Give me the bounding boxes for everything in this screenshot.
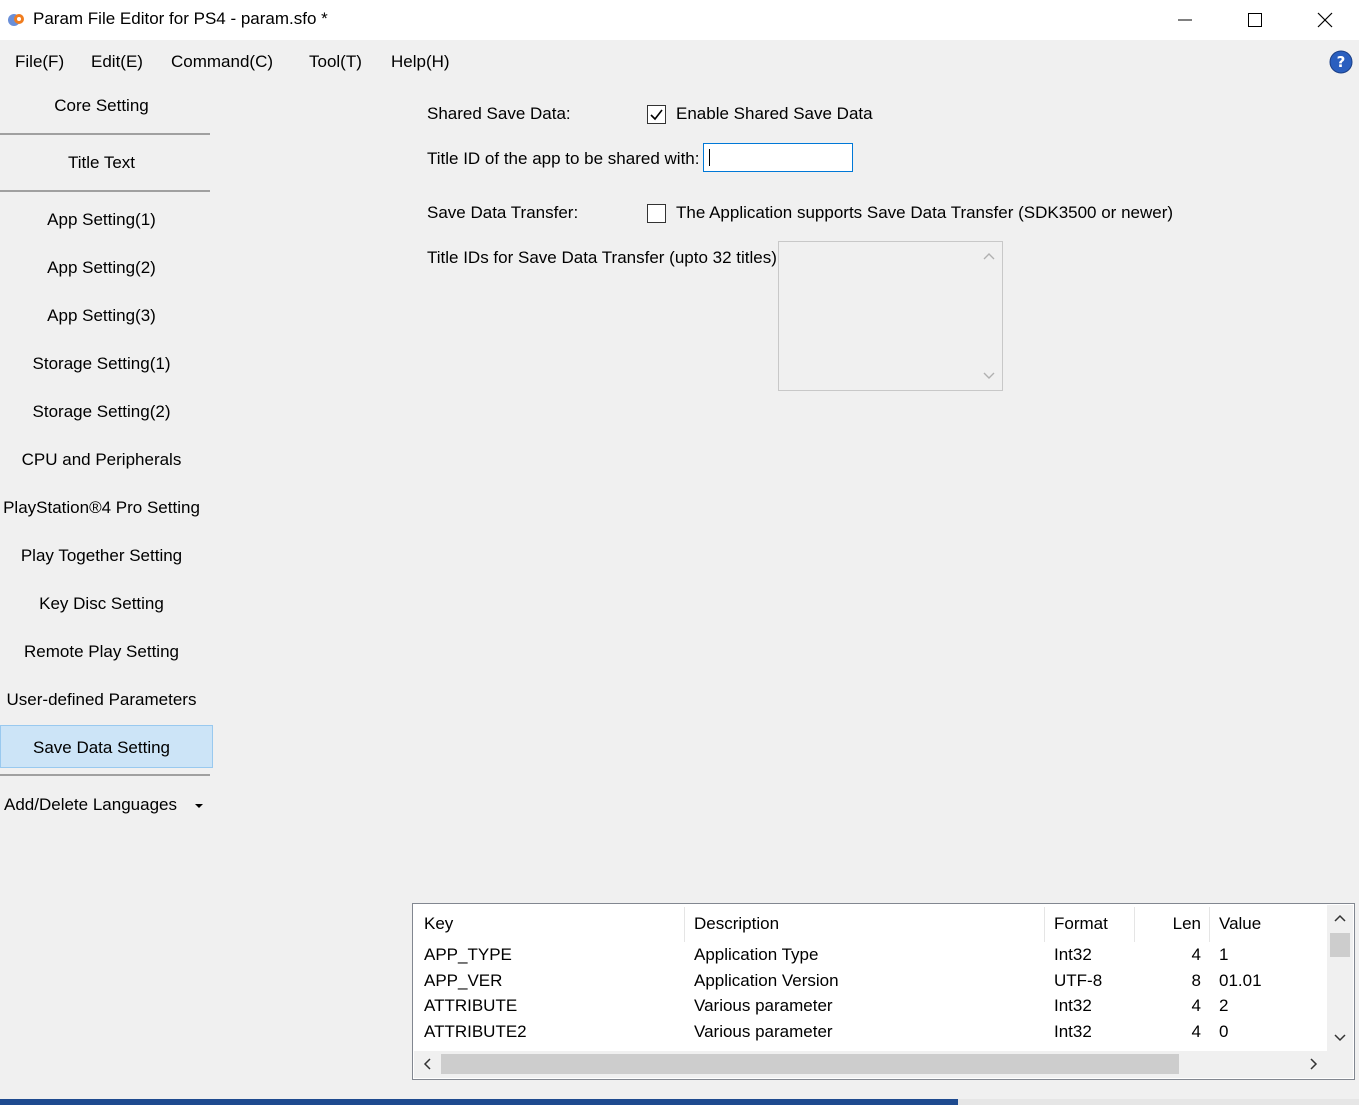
minimize-button[interactable] — [1150, 0, 1220, 40]
horizontal-scroll-thumb[interactable] — [441, 1054, 1179, 1074]
maximize-button[interactable] — [1220, 0, 1290, 40]
cell-value: 01.01 — [1219, 971, 1262, 990]
sidebar-item-label: Add/Delete Languages — [4, 795, 177, 814]
scroll-down-icon — [983, 372, 995, 379]
cell-key: ATTRIBUTE — [424, 996, 518, 1015]
sidebar-item-key-disc[interactable]: Key Disc Setting — [0, 594, 203, 614]
scroll-left-icon — [423, 1058, 431, 1070]
sidebar-item-remote-play[interactable]: Remote Play Setting — [0, 642, 203, 662]
cell-key: APP_TYPE — [424, 945, 512, 964]
title-id-input[interactable] — [703, 143, 853, 172]
table-vertical-scrollbar[interactable] — [1327, 905, 1353, 1051]
gear-app-icon — [8, 14, 24, 26]
sidebar-item-add-delete-languages[interactable]: Add/Delete Languages — [4, 795, 204, 815]
cell-format: UTF-8 — [1054, 971, 1103, 990]
sidebar-item-user-defined[interactable]: User-defined Parameters — [0, 690, 203, 710]
maximize-icon — [1248, 13, 1262, 27]
menu-edit[interactable]: Edit(E) — [91, 52, 143, 72]
cell-len: 8 — [1191, 971, 1201, 990]
sidebar-item-ps4-pro-setting[interactable]: PlayStation®4 Pro Setting — [0, 498, 203, 518]
sidebar-divider — [0, 133, 210, 135]
text-caret — [709, 149, 710, 166]
transfer-title-ids-textarea[interactable] — [778, 241, 1003, 391]
shared-save-label: Shared Save Data: — [427, 104, 571, 123]
sidebar-item-storage-setting-2[interactable]: Storage Setting(2) — [0, 402, 203, 422]
column-divider[interactable] — [684, 907, 685, 942]
sidebar-divider — [0, 774, 210, 776]
checkmark-icon — [650, 109, 663, 121]
scroll-right-icon — [1310, 1058, 1318, 1070]
title-id-label: Title ID of the app to be shared with: — [427, 149, 700, 168]
cell-value: 2 — [1219, 996, 1229, 1015]
menu-file[interactable]: File(F) — [15, 52, 64, 72]
save-data-transfer-label: Save Data Transfer: — [427, 203, 579, 222]
window-title: Param File Editor for PS4 - param.sfo * — [33, 9, 328, 28]
save-data-transfer-checkbox[interactable] — [647, 204, 666, 223]
sidebar-item-app-setting-2[interactable]: App Setting(2) — [0, 258, 203, 278]
dropdown-arrow-icon — [194, 803, 203, 808]
cell-len: 4 — [1191, 996, 1201, 1015]
cell-description: Application Type — [694, 945, 819, 964]
cell-value: 1 — [1219, 945, 1229, 964]
sidebar-item-app-setting-1[interactable]: App Setting(1) — [0, 210, 203, 230]
close-button[interactable] — [1290, 0, 1359, 40]
sidebar-item-save-data-setting[interactable]: Save Data Setting — [0, 738, 203, 758]
shared-save-checkbox-label[interactable]: Enable Shared Save Data — [676, 104, 873, 124]
cell-format: Int32 — [1054, 1022, 1092, 1041]
cell-description: Various parameter — [694, 996, 833, 1015]
help-icon[interactable]: ? — [1329, 50, 1353, 74]
column-header-key[interactable]: Key — [424, 914, 453, 934]
minimize-icon — [1178, 19, 1192, 21]
scroll-up-icon — [983, 253, 995, 260]
scroll-down-icon — [1334, 1034, 1346, 1042]
save-data-transfer-checkbox-label[interactable]: The Application supports Save Data Trans… — [676, 203, 1173, 223]
column-header-value[interactable]: Value — [1219, 914, 1261, 934]
scrollbar-corner — [1327, 1051, 1353, 1078]
close-icon — [1317, 12, 1333, 28]
shared-save-checkbox[interactable] — [647, 105, 666, 124]
column-divider[interactable] — [1209, 907, 1210, 942]
cell-len: 4 — [1191, 1022, 1201, 1041]
table-horizontal-scrollbar[interactable] — [414, 1051, 1327, 1078]
menu-command[interactable]: Command(C) — [171, 52, 273, 72]
cell-value: 0 — [1219, 1022, 1229, 1041]
cell-description: Various parameter — [694, 1022, 833, 1041]
sidebar-divider — [0, 190, 210, 192]
sidebar-item-storage-setting-1[interactable]: Storage Setting(1) — [0, 354, 203, 374]
title-bar: Param File Editor for PS4 - param.sfo * — [0, 0, 1359, 40]
sidebar-item-app-setting-3[interactable]: App Setting(3) — [0, 306, 203, 326]
vertical-scroll-thumb[interactable] — [1330, 933, 1350, 957]
sidebar-item-cpu-peripherals[interactable]: CPU and Peripherals — [0, 450, 203, 470]
menu-help[interactable]: Help(H) — [391, 52, 450, 72]
column-divider[interactable] — [1044, 907, 1045, 942]
cell-key: ATTRIBUTE2 — [424, 1022, 527, 1041]
column-header-format[interactable]: Format — [1054, 914, 1108, 934]
cell-key: APP_VER — [424, 971, 503, 990]
column-header-len[interactable]: Len — [1134, 914, 1201, 934]
column-header-description[interactable]: Description — [694, 914, 779, 934]
cell-len: 4 — [1191, 945, 1201, 964]
progress-bar — [0, 1099, 1359, 1105]
menu-tool[interactable]: Tool(T) — [309, 52, 362, 72]
progress-fill — [0, 1099, 959, 1105]
transfer-title-ids-label: Title IDs for Save Data Transfer (upto 3… — [427, 248, 782, 267]
sidebar-item-core-setting[interactable]: Core Setting — [0, 96, 203, 116]
sidebar-item-play-together[interactable]: Play Together Setting — [0, 546, 203, 566]
menu-bar: File(F) Edit(E) Command(C) Tool(T) Help(… — [0, 42, 1359, 80]
scroll-up-icon — [1334, 914, 1346, 922]
cell-description: Application Version — [694, 971, 839, 990]
textarea-scrollbar[interactable] — [977, 242, 1002, 390]
svg-text:?: ? — [1337, 53, 1346, 71]
sidebar-item-title-text[interactable]: Title Text — [0, 153, 203, 173]
cell-format: Int32 — [1054, 945, 1092, 964]
cell-format: Int32 — [1054, 996, 1092, 1015]
